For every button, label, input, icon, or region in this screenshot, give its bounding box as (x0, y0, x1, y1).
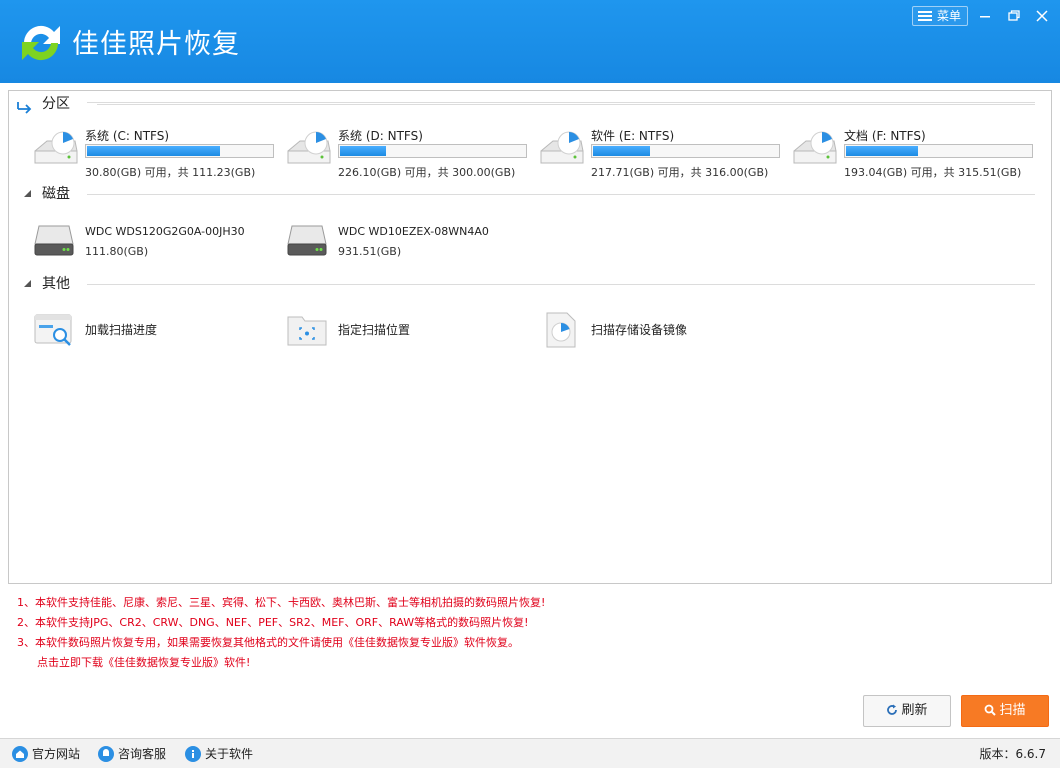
section-disk[interactable]: 磁盘 (9, 184, 1051, 204)
app-title: 佳佳照片恢复 (72, 29, 240, 60)
maximize-icon[interactable] (1004, 6, 1024, 26)
partition-tile-f[interactable]: 文档 (F: NTFS) 193.04(GB) 可用，共 315.51(GB) (792, 126, 1042, 182)
section-partition-label: 分区 (42, 96, 70, 112)
partition-tile-c[interactable]: 系统 (C: NTFS) 30.80(GB) 可用，共 111.23(GB) (33, 126, 283, 182)
usage-bar (338, 144, 527, 158)
disk-name: WDC WDS120G2G0A-00JH30 (85, 225, 245, 238)
partition-name: 软件 (E: NTFS) (591, 129, 675, 143)
other-label: 加载扫描进度 (85, 323, 158, 337)
usage-bar-fill (846, 146, 919, 156)
support-label: 咨询客服 (118, 747, 167, 761)
version-text: 版本：6.6.7 (979, 747, 1046, 761)
notes: 1、本软件支持佳能、尼康、索尼、三星、宾得、松下、卡西欧、奥林巴斯、富士等相机拍… (17, 593, 545, 673)
other-label: 指定扫描位置 (338, 323, 411, 337)
partition-usage: 226.10(GB) 可用，共 300.00(GB) (338, 166, 516, 179)
device-panel: 分区 系统 (C: NTFS) 30.80(GB) 可用，共 111.23(GB… (8, 90, 1052, 584)
title-bar: 佳佳照片恢复 菜单 (0, 0, 1060, 83)
search-icon (985, 704, 997, 716)
partition-name: 系统 (C: NTFS) (85, 129, 170, 143)
scan-label: 扫描 (999, 703, 1026, 718)
partition-usage: 193.04(GB) 可用，共 315.51(GB) (844, 166, 1022, 179)
section-other-label: 其他 (42, 276, 70, 292)
usage-bar (85, 144, 274, 158)
section-disk-label: 磁盘 (42, 186, 70, 202)
minimize-icon[interactable] (975, 6, 995, 26)
disk-tile-2[interactable]: WDC WD10EZEX-08WN4A0 931.51(GB) (286, 222, 536, 262)
home-icon (12, 746, 28, 762)
scan-device-image[interactable]: 扫描存储设备镜像 (539, 311, 759, 351)
collapse-arrow-icon (17, 102, 32, 114)
status-bar: 官方网站 咨询客服 关于软件 版本：6.6.7 (0, 738, 1060, 768)
drive-partition-icon (793, 131, 837, 164)
menu-icon (918, 11, 932, 21)
partition-usage: 217.71(GB) 可用，共 316.00(GB) (591, 166, 769, 179)
usage-bar (591, 144, 780, 158)
about-label: 关于软件 (205, 747, 254, 761)
download-link[interactable]: 点击立即下载《佳佳数据恢复专业版》软件! (17, 653, 545, 673)
load-progress-icon (34, 314, 72, 346)
note-line: 3、本软件数码照片恢复专用，如果需要恢复其他格式的文件请使用《佳佳数据恢复专业版… (17, 636, 519, 649)
divider (97, 104, 1035, 105)
hard-disk-icon (34, 225, 74, 256)
info-icon (185, 746, 201, 762)
drive-partition-icon (34, 131, 78, 164)
disk-tile-1[interactable]: WDC WDS120G2G0A-00JH30 111.80(GB) (33, 222, 283, 262)
other-label: 扫描存储设备镜像 (591, 323, 688, 337)
collapse-triangle-icon (24, 190, 31, 197)
disk-name: WDC WD10EZEX-08WN4A0 (338, 225, 489, 238)
collapse-triangle-icon (24, 280, 31, 287)
menu-label: 菜单 (936, 9, 961, 23)
partition-tile-e[interactable]: 软件 (E: NTFS) 217.71(GB) 可用，共 316.00(GB) (539, 126, 789, 182)
about-link[interactable]: 关于软件 (185, 745, 253, 763)
divider (87, 284, 1035, 285)
usage-bar-fill (87, 146, 221, 156)
drive-partition-icon (540, 131, 584, 164)
note-line: 1、本软件支持佳能、尼康、索尼、三星、宾得、松下、卡西欧、奥林巴斯、富士等相机拍… (17, 596, 546, 609)
app-logo-icon (22, 25, 60, 61)
divider (87, 194, 1035, 195)
scan-button[interactable]: 扫描 (961, 695, 1049, 727)
disk-size: 931.51(GB) (338, 245, 402, 258)
load-scan-progress[interactable]: 加载扫描进度 (33, 311, 233, 351)
usage-bar-fill (593, 146, 651, 156)
partition-tile-d[interactable]: 系统 (D: NTFS) 226.10(GB) 可用，共 300.00(GB) (286, 126, 536, 182)
partition-name: 系统 (D: NTFS) (338, 129, 423, 143)
usage-bar (844, 144, 1033, 158)
folder-target-icon (287, 316, 327, 346)
customer-service-link[interactable]: 咨询客服 (98, 745, 166, 763)
partition-usage: 30.80(GB) 可用，共 111.23(GB) (85, 166, 256, 179)
refresh-button[interactable]: 刷新 (863, 695, 951, 727)
partition-name: 文档 (F: NTFS) (844, 129, 926, 143)
official-website-link[interactable]: 官方网站 (12, 745, 80, 763)
refresh-label: 刷新 (901, 703, 928, 718)
chat-icon (98, 746, 114, 762)
divider (87, 102, 1035, 103)
note-line: 2、本软件支持JPG、CR2、CRW、DNG、NEF、PEF、SR2、MEF、O… (17, 616, 529, 629)
menu-button[interactable]: 菜单 (912, 6, 968, 26)
hard-disk-icon (287, 225, 327, 256)
specify-scan-location[interactable]: 指定扫描位置 (286, 311, 486, 351)
disk-size: 111.80(GB) (85, 245, 149, 258)
website-label: 官方网站 (32, 747, 81, 761)
close-icon[interactable] (1032, 6, 1052, 26)
disk-image-icon (546, 312, 576, 348)
refresh-icon (887, 704, 898, 715)
section-other[interactable]: 其他 (9, 274, 1051, 294)
usage-bar-fill (340, 146, 387, 156)
drive-partition-icon (287, 131, 331, 164)
section-partition[interactable]: 分区 (9, 94, 1051, 114)
